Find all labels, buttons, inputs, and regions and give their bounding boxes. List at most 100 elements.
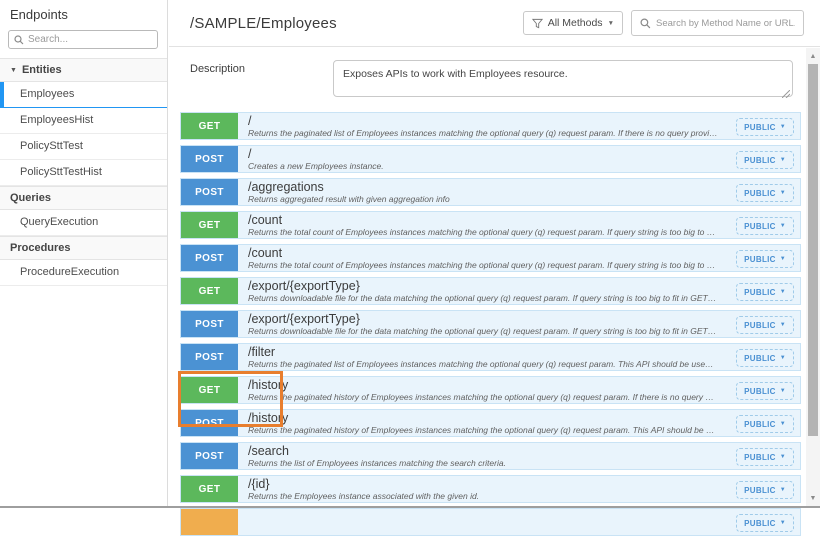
visibility-dropdown[interactable]: PUBLIC ▼ [736, 184, 794, 202]
sidebar-item-queryexecution[interactable]: QueryExecution [0, 210, 167, 236]
sidebar-item-policystttest[interactable]: PolicySttTest [0, 134, 167, 160]
scrollbar-thumb[interactable] [808, 64, 818, 436]
main-panel: /SAMPLE/Employees All Methods ▼ Descript… [169, 0, 820, 508]
scroll-up-icon[interactable]: ▲ [806, 50, 820, 63]
endpoint-row[interactable]: POST /export/{exportType} Returns downlo… [180, 310, 801, 338]
endpoint-row[interactable]: POST /count Returns the total count of E… [180, 244, 801, 272]
visibility-dropdown[interactable]: PUBLIC ▼ [736, 448, 794, 466]
visibility-dropdown[interactable]: PUBLIC ▼ [736, 382, 794, 400]
sidebar-item-procedureexecution[interactable]: ProcedureExecution [0, 260, 167, 286]
endpoint-row[interactable]: GET /count Returns the total count of Em… [180, 211, 801, 239]
visibility-label: PUBLIC [744, 255, 776, 264]
caret-down-icon: ▼ [780, 355, 786, 361]
endpoint-path: /count [248, 247, 732, 260]
method-badge [181, 509, 238, 535]
visibility-label: PUBLIC [744, 486, 776, 495]
endpoint-row[interactable]: GET / Returns the paginated list of Empl… [180, 112, 801, 140]
visibility-label: PUBLIC [744, 123, 776, 132]
endpoint-path: / [248, 148, 732, 161]
endpoint-description: Returns the list of Employees instances … [248, 458, 732, 469]
endpoint-row[interactable]: POST / Creates a new Employees instance.… [180, 145, 801, 173]
visibility-dropdown[interactable]: PUBLIC ▼ [736, 316, 794, 334]
section-label: Entities [22, 59, 62, 82]
sidebar-item-policystttesthist[interactable]: PolicySttTestHist [0, 160, 167, 186]
endpoint-description: Returns the total count of Employees ins… [248, 260, 732, 271]
visibility-dropdown[interactable]: PUBLIC ▼ [736, 349, 794, 367]
endpoint-info: /{id} Returns the Employees instance ass… [238, 476, 800, 502]
endpoint-info: /history Returns the paginated history o… [238, 377, 800, 403]
visibility-dropdown[interactable]: PUBLIC ▼ [736, 217, 794, 235]
endpoint-path: /search [248, 445, 732, 458]
search-icon [640, 18, 651, 29]
endpoint-description: Returns the paginated list of Employees … [248, 359, 732, 370]
endpoint-row[interactable]: POST /search Returns the list of Employe… [180, 442, 801, 470]
sidebar-search[interactable] [8, 30, 158, 49]
visibility-dropdown[interactable]: PUBLIC ▼ [736, 514, 794, 532]
visibility-dropdown[interactable]: PUBLIC ▼ [736, 283, 794, 301]
caret-down-icon: ▼ [780, 487, 786, 493]
visibility-label: PUBLIC [744, 156, 776, 165]
section-entities[interactable]: ▼ Entities [0, 58, 167, 82]
endpoint-row[interactable]: GET /history Returns the paginated histo… [180, 376, 801, 404]
caret-down-icon: ▼ [608, 20, 614, 27]
endpoint-info: /filter Returns the paginated list of Em… [238, 344, 800, 370]
endpoint-description: Returns the paginated history of Employe… [248, 425, 732, 436]
scroll-down-icon[interactable]: ▼ [806, 492, 820, 505]
visibility-dropdown[interactable]: PUBLIC ▼ [736, 415, 794, 433]
method-badge: GET [181, 278, 238, 304]
endpoint-info: /count Returns the total count of Employ… [238, 245, 800, 271]
caret-down-icon: ▼ [780, 520, 786, 526]
endpoint-row[interactable]: GET /{id} Returns the Employees instance… [180, 475, 801, 503]
endpoint-row[interactable]: GET /export/{exportType} Returns downloa… [180, 277, 801, 305]
method-badge: POST [181, 179, 238, 205]
endpoint-description: Returns downloadable file for the data m… [248, 293, 732, 304]
endpoint-description: Returns the total count of Employees ins… [248, 227, 732, 238]
endpoint-info: /history Returns the paginated history o… [238, 410, 800, 436]
endpoint-info: /aggregations Returns aggregated result … [238, 179, 800, 205]
caret-down-icon: ▼ [780, 289, 786, 295]
all-methods-dropdown[interactable]: All Methods ▼ [523, 11, 623, 35]
sidebar-search-input[interactable] [28, 34, 152, 45]
method-badge: GET [181, 113, 238, 139]
method-badge: GET [181, 377, 238, 403]
endpoint-info: /count Returns the total count of Employ… [238, 212, 800, 238]
visibility-dropdown[interactable]: PUBLIC ▼ [736, 151, 794, 169]
endpoint-path: /aggregations [248, 181, 732, 194]
filter-icon [532, 18, 543, 29]
endpoint-path: /history [248, 379, 732, 392]
description-textarea[interactable]: Exposes APIs to work with Employees reso… [333, 60, 793, 97]
method-search-input[interactable] [656, 18, 795, 29]
endpoint-description: Creates a new Employees instance. [248, 161, 732, 172]
endpoint-row[interactable]: POST /history Returns the paginated hist… [180, 409, 801, 437]
resize-grip-icon[interactable] [782, 90, 790, 98]
caret-down-icon: ▼ [780, 454, 786, 460]
visibility-dropdown[interactable]: PUBLIC ▼ [736, 250, 794, 268]
vertical-scrollbar[interactable]: ▲ ▼ [806, 48, 820, 508]
section-procedures[interactable]: Procedures [0, 236, 167, 260]
caret-down-icon: ▼ [780, 157, 786, 163]
endpoint-row[interactable]: POST /filter Returns the paginated list … [180, 343, 801, 371]
endpoint-info: /export/{exportType} Returns downloadabl… [238, 278, 800, 304]
method-badge: POST [181, 443, 238, 469]
section-label: Queries [10, 187, 51, 210]
method-search[interactable] [631, 10, 804, 36]
endpoint-info: /export/{exportType} Returns downloadabl… [238, 311, 800, 337]
endpoints-sidebar: Endpoints ▼ Entities Employees Employees… [0, 0, 168, 508]
sidebar-item-employees[interactable]: Employees [0, 82, 167, 108]
section-queries[interactable]: Queries [0, 186, 167, 210]
caret-down-icon: ▼ [780, 223, 786, 229]
endpoint-row[interactable]: PUBLIC ▼ [180, 508, 801, 536]
visibility-dropdown[interactable]: PUBLIC ▼ [736, 118, 794, 136]
caret-down-icon: ▼ [780, 256, 786, 262]
all-methods-label: All Methods [548, 17, 603, 29]
main-header: /SAMPLE/Employees All Methods ▼ [169, 0, 820, 47]
endpoint-row[interactable]: POST /aggregations Returns aggregated re… [180, 178, 801, 206]
endpoint-info: / Returns the paginated list of Employee… [238, 113, 800, 139]
description-label: Description [190, 60, 333, 102]
section-label: Procedures [10, 237, 71, 260]
caret-down-icon: ▼ [780, 388, 786, 394]
visibility-dropdown[interactable]: PUBLIC ▼ [736, 481, 794, 499]
endpoint-path: /count [248, 214, 732, 227]
visibility-label: PUBLIC [744, 420, 776, 429]
sidebar-item-employeeshist[interactable]: EmployeesHist [0, 108, 167, 134]
